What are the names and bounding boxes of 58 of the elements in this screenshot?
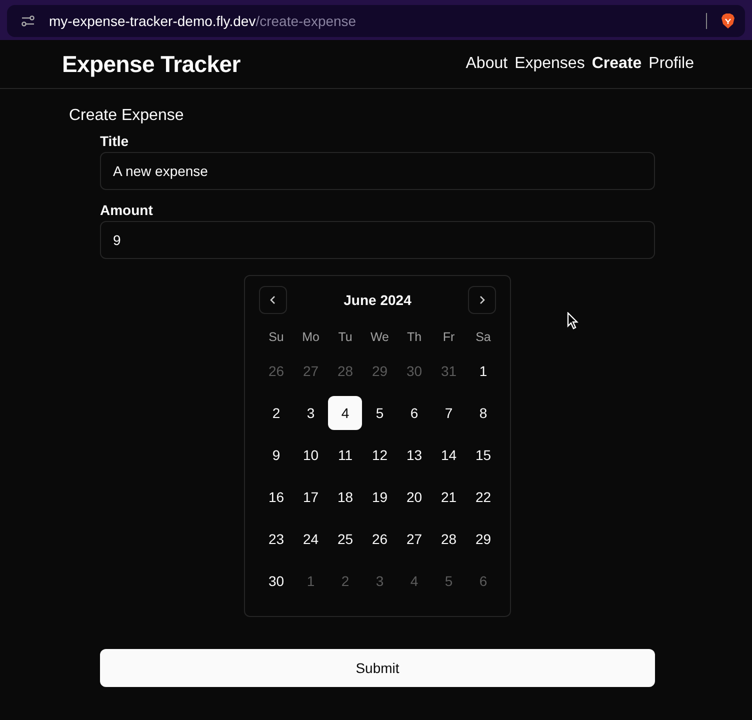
day-button[interactable]: 9	[259, 438, 294, 472]
nav-link[interactable]: Profile	[648, 55, 694, 73]
day-button[interactable]: 12	[362, 438, 397, 472]
field-label: Amount	[100, 202, 154, 218]
day-button[interactable]: 18	[328, 480, 362, 514]
mouse-pointer-icon	[567, 312, 579, 330]
day-button[interactable]: 23	[259, 522, 294, 556]
weekday-label: Su	[268, 329, 284, 346]
day-button[interactable]: 7	[432, 396, 466, 430]
day-button[interactable]: 29	[466, 522, 500, 556]
day-button[interactable]: 25	[328, 522, 362, 556]
day-button[interactable]: 3	[294, 396, 328, 430]
chevron-left-icon	[268, 295, 278, 305]
nav-link[interactable]: Expenses	[514, 55, 585, 73]
day-button[interactable]: 26	[362, 522, 397, 556]
app-title: Expense Tracker	[62, 50, 240, 78]
weekday-label: Mo	[302, 329, 320, 346]
day-button[interactable]: 2	[259, 396, 294, 430]
shield-icon[interactable]	[721, 13, 735, 29]
url-text: my-expense-tracker-demo.fly.dev/create-expense	[49, 13, 356, 29]
input-field[interactable]: 9	[100, 221, 655, 259]
weekday-label: Sa	[476, 329, 491, 346]
day-button[interactable]: 17	[294, 480, 328, 514]
day-button[interactable]: 6	[397, 396, 432, 430]
day-button[interactable]: 1	[466, 354, 500, 388]
day-button[interactable]: 16	[259, 480, 294, 514]
site-settings-icon[interactable]	[21, 15, 35, 27]
day-button[interactable]: 20	[397, 480, 432, 514]
weekday-label: We	[370, 329, 390, 346]
day-button[interactable]: 8	[466, 396, 500, 430]
day-button[interactable]: 21	[432, 480, 466, 514]
day-button[interactable]: 11	[328, 438, 362, 472]
day-button[interactable]: 15	[466, 438, 500, 472]
nav-link[interactable]: Create	[592, 55, 642, 73]
day-button[interactable]: 28	[432, 522, 466, 556]
day-button[interactable]: 30	[259, 564, 294, 598]
next-month-button[interactable]	[468, 286, 496, 314]
day-button[interactable]: 19	[362, 480, 397, 514]
field-label: Title	[100, 133, 130, 149]
month-title: June 2024	[344, 292, 412, 308]
input-field[interactable]: A new expense	[100, 152, 655, 190]
weekday-label: Tu	[338, 329, 352, 346]
day-button[interactable]: 10	[294, 438, 328, 472]
day-button[interactable]: 14	[432, 438, 466, 472]
day-button[interactable]: 4	[328, 396, 362, 430]
day-button[interactable]: 13	[397, 438, 432, 472]
chevron-right-icon	[477, 295, 487, 305]
page-heading: Create Expense	[69, 107, 185, 125]
day-button[interactable]: 22	[466, 480, 500, 514]
address-bar[interactable]: my-expense-tracker-demo.fly.dev/create-expense	[7, 5, 745, 37]
day-button[interactable]: 5	[362, 396, 397, 430]
nav-link[interactable]: About	[466, 55, 508, 73]
submit-button[interactable]: Submit	[100, 649, 655, 687]
day-button[interactable]: 24	[294, 522, 328, 556]
weekday-label: Fr	[442, 329, 455, 346]
day-button[interactable]: 27	[397, 522, 432, 556]
previous-month-button[interactable]	[259, 286, 287, 314]
weekday-label: Th	[406, 329, 422, 346]
